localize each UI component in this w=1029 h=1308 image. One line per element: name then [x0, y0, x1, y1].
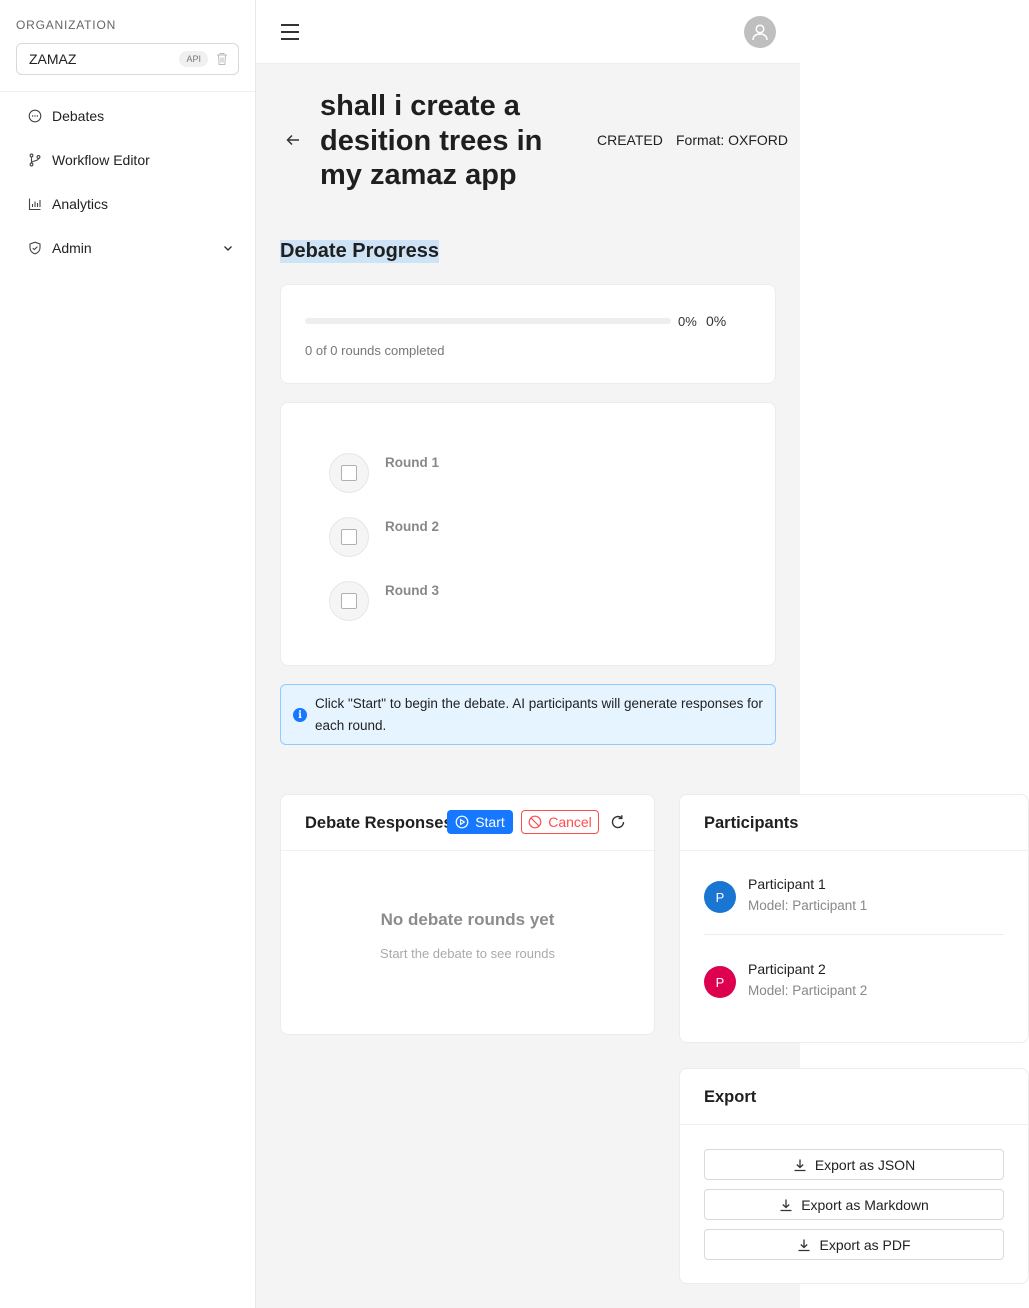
sidebar-item-admin[interactable]: Admin: [16, 228, 240, 268]
progress-bar: [305, 318, 671, 324]
participant-model: Model: Participant 2: [748, 983, 868, 998]
export-pdf-label: Export as PDF: [819, 1236, 911, 1253]
chevron-down-icon[interactable]: [222, 242, 234, 254]
shield-icon: [29, 241, 41, 255]
participant-avatar: P: [704, 966, 736, 998]
card-divider: [680, 1124, 1028, 1125]
participant-name: Participant 1: [748, 876, 826, 892]
download-icon: [780, 1199, 792, 1211]
sidebar-item-analytics[interactable]: Analytics: [16, 184, 240, 224]
menu-icon[interactable]: [280, 22, 300, 42]
participant-name: Participant 2: [748, 961, 826, 977]
round-step[interactable]: Round 2: [329, 517, 629, 557]
start-button[interactable]: Start: [447, 810, 513, 834]
card-divider: [680, 850, 1028, 851]
round-label: Round 1: [385, 455, 439, 470]
play-circle-icon: [455, 815, 469, 829]
branch-icon: [29, 153, 41, 167]
round-step-icon: [329, 453, 369, 493]
progress-percent-secondary: 0%: [706, 313, 727, 329]
checkbox-icon: [341, 529, 357, 545]
export-json-label: Export as JSON: [814, 1156, 916, 1173]
start-button-label: Start: [475, 814, 505, 830]
stop-icon: [528, 815, 542, 829]
debate-responses-card: Debate Responses Start Cancel No debate …: [280, 794, 655, 1035]
round-step[interactable]: Round 1: [329, 453, 629, 493]
back-arrow-icon[interactable]: [285, 132, 301, 148]
progress-card: 0% 0% 0 of 0 rounds completed: [280, 284, 776, 384]
round-step[interactable]: Round 3: [329, 581, 629, 621]
sidebar: ORGANIZATION ZAMAZ API Debates Workflow …: [0, 0, 256, 1308]
round-label: Round 3: [385, 583, 439, 598]
info-icon: i: [293, 708, 307, 722]
round-step-icon: [329, 581, 369, 621]
progress-percent: 0%: [678, 314, 697, 329]
participants-title: Participants: [704, 814, 799, 832]
participant-item: P Participant 1 Model: Participant 1: [704, 876, 1004, 921]
card-divider: [281, 850, 654, 851]
api-badge: API: [179, 51, 208, 67]
cancel-button-label: Cancel: [548, 814, 592, 830]
organization-name: ZAMAZ: [29, 51, 77, 67]
participant-item: P Participant 2 Model: Participant 2: [704, 961, 1004, 1006]
export-markdown-button[interactable]: Export as Markdown: [704, 1189, 1004, 1220]
user-avatar[interactable]: [744, 16, 776, 48]
sidebar-item-workflow-editor[interactable]: Workflow Editor: [16, 140, 240, 180]
participant-model: Model: Participant 1: [748, 898, 868, 913]
format-tag: Format: OXFORD: [676, 132, 789, 148]
status-tag: CREATED: [597, 132, 663, 148]
export-card: Export Export as JSON Export as Markdown…: [679, 1068, 1029, 1284]
participant-divider: [704, 934, 1004, 935]
debate-title: shall i create a desition trees in my za…: [320, 90, 543, 191]
debate-responses-title: Debate Responses: [305, 814, 453, 832]
round-label: Round 2: [385, 519, 439, 534]
refresh-icon[interactable]: [610, 814, 626, 830]
sidebar-divider: [0, 91, 255, 92]
checkbox-icon: [341, 465, 357, 481]
export-pdf-button[interactable]: Export as PDF: [704, 1229, 1004, 1260]
sidebar-item-debates[interactable]: Debates: [16, 96, 240, 136]
info-alert-text: Click "Start" to begin the debate. AI pa…: [315, 696, 763, 733]
organization-select[interactable]: ZAMAZ API: [16, 43, 239, 75]
sidebar-item-label: Debates: [52, 108, 105, 124]
top-header: [256, 0, 800, 64]
participant-avatar: P: [704, 881, 736, 913]
bar-chart-icon: [28, 198, 41, 211]
empty-state-subtitle: Start the debate to see rounds: [380, 946, 555, 961]
sidebar-item-label: Analytics: [52, 196, 109, 212]
message-icon: [28, 109, 42, 123]
cancel-button[interactable]: Cancel: [521, 810, 599, 834]
round-step-icon: [329, 517, 369, 557]
checkbox-icon: [341, 593, 357, 609]
export-markdown-label: Export as Markdown: [801, 1196, 929, 1213]
info-alert: i Click "Start" to begin the debate. AI …: [280, 684, 776, 745]
user-icon: [752, 24, 768, 41]
organization-label: ORGANIZATION: [16, 18, 117, 32]
participants-card: Participants P Participant 1 Model: Part…: [679, 794, 1029, 1043]
download-icon: [798, 1239, 810, 1251]
download-icon: [794, 1159, 806, 1171]
sidebar-item-label: Admin: [52, 240, 92, 256]
trash-icon[interactable]: [216, 52, 228, 66]
empty-state-title: No debate rounds yet: [380, 910, 555, 929]
export-title: Export: [704, 1088, 757, 1106]
progress-caption: 0 of 0 rounds completed: [305, 343, 445, 358]
rounds-card: Round 1 Round 2 Round 3: [280, 402, 776, 666]
sidebar-item-label: Workflow Editor: [52, 152, 150, 168]
debate-progress-heading: Debate Progress: [280, 240, 439, 263]
export-json-button[interactable]: Export as JSON: [704, 1149, 1004, 1180]
